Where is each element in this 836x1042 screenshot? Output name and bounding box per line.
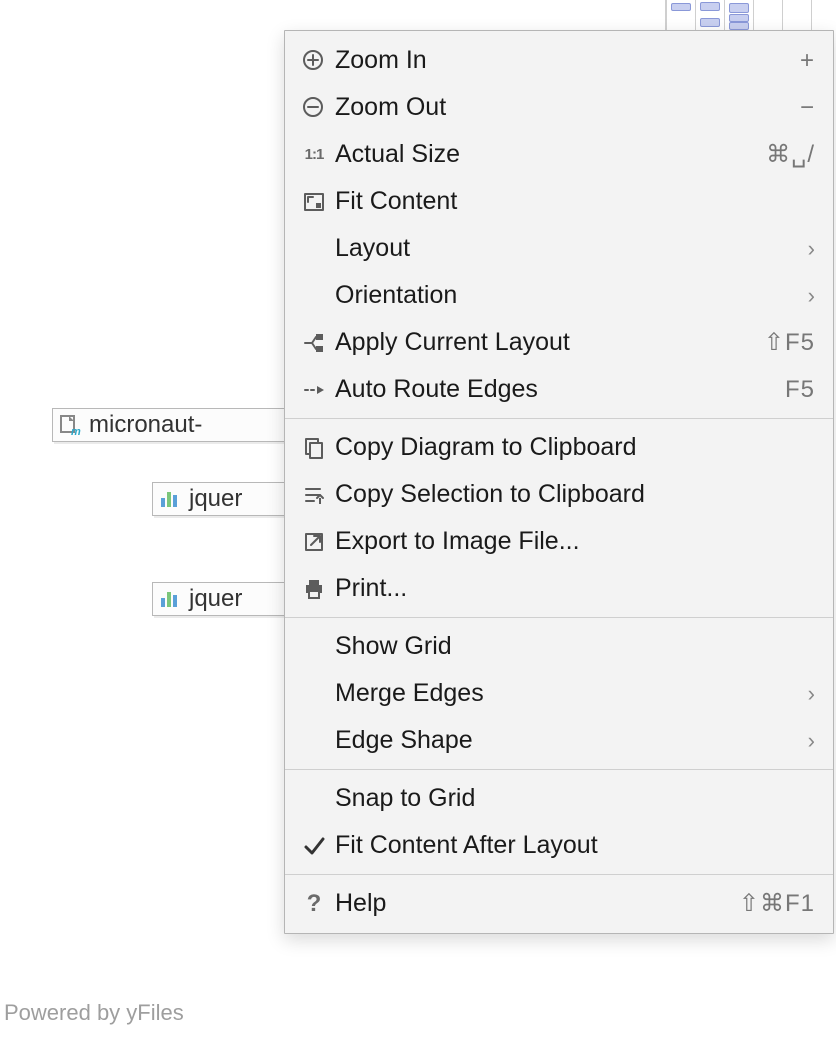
menu-separator — [285, 617, 833, 618]
menu-item-layout[interactable]: Layout› — [285, 225, 833, 272]
fit-icon — [297, 188, 331, 216]
diagram-node[interactable]: m micronaut- — [52, 408, 302, 442]
menu-item-shortcut: ⇧⌘F1 — [739, 889, 815, 918]
minimap — [665, 0, 836, 30]
menu-item-label: Orientation — [331, 281, 808, 310]
chevron-right-icon: › — [808, 283, 815, 309]
chevron-right-icon: › — [808, 236, 815, 262]
menu-item-help[interactable]: ?Help⇧⌘F1 — [285, 880, 833, 927]
menu-item-shortcut: − — [800, 94, 815, 122]
zoom-out-icon — [297, 94, 331, 122]
menu-separator — [285, 418, 833, 419]
export-icon — [297, 528, 331, 556]
menu-item-auto-route-edges[interactable]: Auto Route EdgesF5 — [285, 366, 833, 413]
menu-item-label: Show Grid — [331, 632, 815, 661]
diagram-node[interactable]: jquer — [152, 482, 302, 516]
chevron-right-icon: › — [808, 681, 815, 707]
menu-item-show-grid[interactable]: Show Grid — [285, 623, 833, 670]
menu-item-fit-content[interactable]: Fit Content — [285, 178, 833, 225]
menu-item-shortcut: F5 — [785, 376, 815, 404]
node-label: jquer — [189, 585, 242, 613]
menu-item-label: Zoom Out — [331, 93, 800, 122]
blank-icon — [297, 235, 331, 263]
menu-separator — [285, 874, 833, 875]
node-label: jquer — [189, 485, 242, 513]
menu-item-copy-selection-to-clipboard[interactable]: Copy Selection to Clipboard — [285, 471, 833, 518]
menu-separator — [285, 769, 833, 770]
powered-by-label: Powered by yFiles — [4, 1000, 184, 1026]
menu-item-zoom-out[interactable]: Zoom Out− — [285, 84, 833, 131]
check-icon — [297, 832, 331, 860]
context-menu: Zoom In+Zoom Out−1:1Actual Size⌘␣/Fit Co… — [284, 30, 834, 934]
layout-icon — [297, 329, 331, 357]
menu-item-label: Merge Edges — [331, 679, 808, 708]
copy-sel-icon — [297, 481, 331, 509]
route-icon — [297, 376, 331, 404]
menu-item-zoom-in[interactable]: Zoom In+ — [285, 37, 833, 84]
menu-item-label: Copy Selection to Clipboard — [331, 480, 815, 509]
menu-item-label: Fit Content — [331, 187, 815, 216]
menu-item-shortcut: + — [800, 47, 815, 75]
menu-item-copy-diagram-to-clipboard[interactable]: Copy Diagram to Clipboard — [285, 424, 833, 471]
menu-item-label: Copy Diagram to Clipboard — [331, 433, 815, 462]
menu-item-edge-shape[interactable]: Edge Shape› — [285, 717, 833, 764]
menu-item-label: Fit Content After Layout — [331, 831, 815, 860]
print-icon — [297, 575, 331, 603]
svg-text:m: m — [71, 426, 81, 436]
bars-icon — [159, 588, 181, 610]
module-icon: m — [59, 414, 81, 436]
menu-item-snap-to-grid[interactable]: Snap to Grid — [285, 775, 833, 822]
menu-item-print[interactable]: Print... — [285, 565, 833, 612]
blank-icon — [297, 680, 331, 708]
blank-icon — [297, 785, 331, 813]
menu-item-label: Export to Image File... — [331, 527, 815, 556]
menu-item-label: Auto Route Edges — [331, 375, 785, 404]
menu-item-shortcut: ⌘␣/ — [766, 140, 815, 169]
one-to-one-icon: 1:1 — [297, 141, 331, 169]
chevron-right-icon: › — [808, 728, 815, 754]
menu-item-label: Layout — [331, 234, 808, 263]
menu-item-actual-size[interactable]: 1:1Actual Size⌘␣/ — [285, 131, 833, 178]
menu-item-shortcut: ⇧F5 — [764, 328, 815, 357]
bars-icon — [159, 488, 181, 510]
menu-item-label: Help — [331, 889, 739, 918]
menu-item-export-to-image-file[interactable]: Export to Image File... — [285, 518, 833, 565]
menu-item-apply-current-layout[interactable]: Apply Current Layout⇧F5 — [285, 319, 833, 366]
menu-item-merge-edges[interactable]: Merge Edges› — [285, 670, 833, 717]
menu-item-label: Zoom In — [331, 46, 800, 75]
menu-item-label: Actual Size — [331, 140, 766, 169]
menu-item-label: Apply Current Layout — [331, 328, 764, 357]
menu-item-orientation[interactable]: Orientation› — [285, 272, 833, 319]
menu-item-label: Print... — [331, 574, 815, 603]
blank-icon — [297, 727, 331, 755]
help-icon: ? — [297, 890, 331, 918]
blank-icon — [297, 633, 331, 661]
menu-item-fit-content-after-layout[interactable]: Fit Content After Layout — [285, 822, 833, 869]
blank-icon — [297, 282, 331, 310]
menu-item-label: Snap to Grid — [331, 784, 815, 813]
menu-item-label: Edge Shape — [331, 726, 808, 755]
copy-icon — [297, 434, 331, 462]
diagram-node[interactable]: jquer — [152, 582, 302, 616]
node-label: micronaut- — [89, 411, 202, 439]
zoom-in-icon — [297, 47, 331, 75]
